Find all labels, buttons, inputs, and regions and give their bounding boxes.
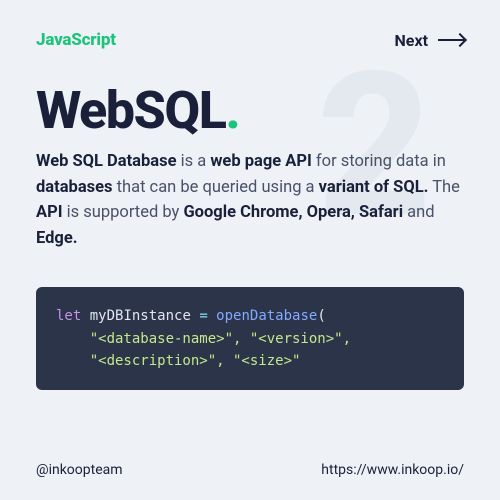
code-line-2: "<database-name>", "<version>", (56, 331, 351, 347)
desc-text: and (403, 203, 435, 222)
desc-text: The (428, 178, 459, 197)
description: Web SQL Database is a web page API for s… (36, 149, 464, 251)
code-fn: openDatabase (216, 308, 317, 324)
desc-text: is a (177, 152, 211, 171)
code-line-3: "<description>", "<size>" (56, 353, 300, 369)
desc-bold: API (36, 203, 63, 222)
hero: 2 WebSQL. Web SQL Database is a web page… (36, 80, 464, 390)
page-title: WebSQL. (36, 80, 464, 141)
desc-bold: Edge. (36, 229, 78, 248)
code-paren: ( (317, 308, 325, 324)
footer: @inkoopteam https://www.inkoop.io/ (36, 444, 464, 478)
code-keyword: let (56, 308, 81, 324)
arrow-right-icon (438, 39, 464, 41)
desc-text: for storing data in (312, 152, 446, 171)
code-block: let myDBInstance = openDatabase( "<datab… (36, 287, 464, 390)
desc-text: is supported by (63, 203, 184, 222)
website-url[interactable]: https://www.inkoop.io/ (321, 462, 464, 478)
desc-bold: Google Chrome, Opera, Safari (183, 203, 403, 222)
social-handle[interactable]: @inkoopteam (36, 462, 123, 478)
desc-text: that can be queried using a (113, 178, 319, 197)
code-op: = (199, 308, 216, 324)
code-var: myDBInstance (81, 308, 199, 324)
title-dot: . (225, 80, 239, 141)
desc-bold: web page API (210, 152, 312, 171)
desc-bold: databases (36, 178, 113, 197)
desc-bold: Web SQL Database (36, 152, 177, 171)
desc-bold: variant of SQL. (319, 178, 429, 197)
brand-label: JavaScript (36, 30, 116, 50)
title-text: WebSQL (36, 80, 225, 141)
